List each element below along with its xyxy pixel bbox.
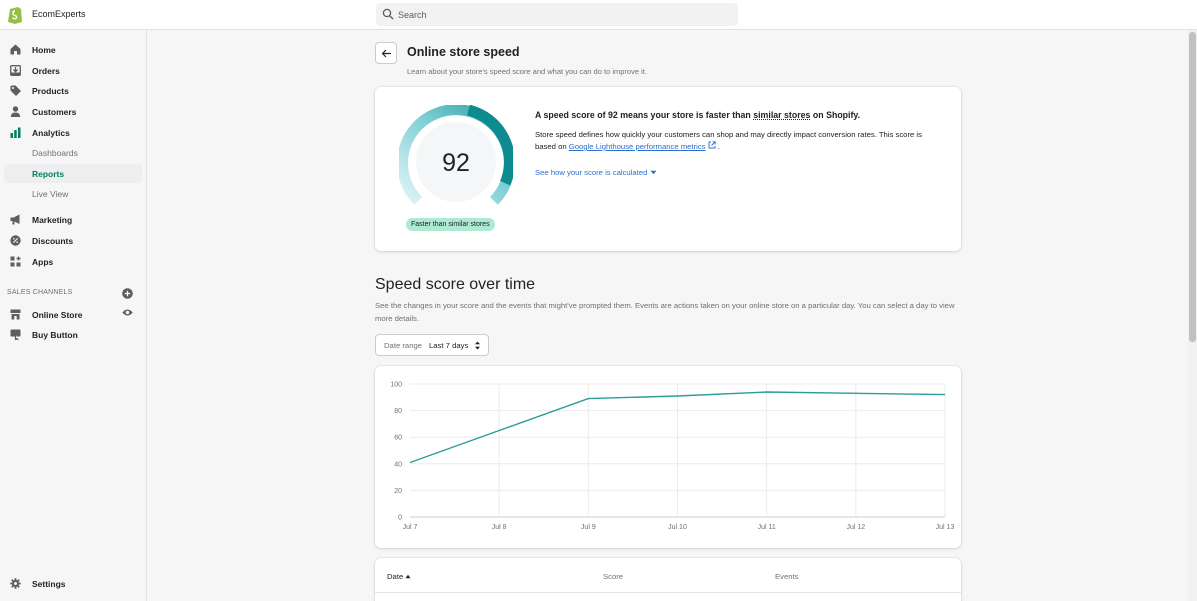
x-tick-label: Jul 9 [581, 524, 596, 531]
sort-date-header[interactable]: Date [387, 572, 411, 581]
buy-button-icon [10, 329, 21, 340]
lighthouse-link[interactable]: Google Lighthouse performance metrics [569, 142, 706, 151]
score-header: Score [603, 572, 624, 581]
status-badge: Faster than similar stores [406, 218, 495, 231]
y-tick-label: 80 [394, 408, 402, 415]
home-icon [10, 44, 21, 55]
back-button[interactable] [375, 42, 397, 64]
sidebar-item-label: Marketing [32, 215, 73, 225]
section-heading: Speed score over time [375, 276, 536, 293]
sidebar-item-settings[interactable]: Settings [4, 574, 142, 593]
line-chart[interactable]: 0 20 40 60 80 100 Jul 7 Jul 8 Jul 9 Jul 10 Jul 11 J… [375, 366, 961, 548]
speed-score-headline: A speed score of 92 means your store is … [535, 110, 861, 120]
x-tick-label: Jul 12 [846, 524, 865, 531]
add-channel-icon[interactable] [122, 288, 133, 299]
gauge-score: 92 [442, 149, 470, 177]
select-arrows-icon [475, 341, 480, 350]
speed-description: Store speed defines how quickly your cus… [535, 130, 922, 151]
x-tick-label: Jul 8 [492, 524, 507, 531]
discount-icon [10, 235, 21, 246]
external-link-icon [708, 141, 716, 149]
scrollbar-thumb[interactable] [1189, 32, 1196, 342]
speed-score-chart: 0 20 40 60 80 100 Jul 7 Jul 8 Jul 9 Jul 10 Jul 11 J… [375, 366, 961, 548]
y-tick-label: 60 [394, 435, 402, 442]
see-how-score-calculated-link[interactable]: See how your score is calculated [535, 168, 657, 177]
sidebar-item-customers[interactable]: Customers [4, 102, 142, 121]
orders-icon [10, 65, 21, 76]
sidebar-item-home[interactable]: Home [4, 40, 142, 59]
sidebar-item-label: Home [32, 45, 56, 55]
person-icon [10, 106, 21, 117]
sidebar-item-label: Analytics [32, 128, 70, 138]
sidebar-item-orders[interactable]: Orders [4, 61, 142, 80]
date-range-select[interactable]: Date range Last 7 days [375, 334, 489, 356]
speed-score-gauge: 92 [399, 105, 513, 205]
page-subtitle: Learn about your store's speed score and… [407, 67, 647, 76]
eye-icon[interactable] [122, 308, 133, 317]
page-title: Online store speed [407, 45, 520, 59]
events-header: Events [775, 572, 799, 581]
sidebar-item-label: Customers [32, 107, 77, 117]
y-tick-label: 100 [390, 382, 402, 389]
y-tick-label: 0 [398, 515, 402, 522]
sidebar-item-live-view[interactable]: Live View [4, 184, 142, 203]
section-description: See the changes in your score and the ev… [375, 301, 955, 323]
sidebar-item-marketing[interactable]: Marketing [4, 210, 142, 229]
date-range-label: Date range [384, 341, 423, 350]
caret-down-icon [650, 170, 657, 175]
apps-icon [10, 256, 21, 267]
x-tick-label: Jul 11 [758, 524, 776, 531]
sidebar-item-reports[interactable]: Reports [4, 164, 142, 183]
sidebar-item-label: Settings [32, 579, 66, 589]
sidebar-item-label: Apps [32, 257, 54, 267]
sidebar-item-label: Reports [32, 169, 65, 179]
scrollbar[interactable] [1188, 30, 1197, 601]
search-input[interactable] [398, 3, 728, 26]
sidebar-item-dashboards[interactable]: Dashboards [4, 143, 142, 162]
store-name[interactable]: EcomExperts [32, 9, 86, 19]
sidebar-item-label: Products [32, 86, 69, 96]
sidebar-item-products[interactable]: Products [4, 81, 142, 100]
store-icon [10, 309, 21, 320]
sidebar-item-label: Discounts [32, 236, 74, 246]
arrow-left-icon [381, 49, 391, 58]
sidebar-item-label: Dashboards [32, 148, 78, 158]
similar-stores-link[interactable]: similar stores [753, 110, 810, 120]
shopify-logo-icon[interactable] [7, 5, 23, 24]
x-tick-label: Jul 13 [936, 524, 955, 531]
sidebar-item-discounts[interactable]: Discounts [4, 231, 142, 250]
y-tick-label: 40 [394, 461, 402, 468]
divider [375, 592, 961, 593]
sidebar-item-label: Online Store [32, 310, 83, 320]
sidebar-item-buy-button[interactable]: Buy Button [4, 325, 142, 344]
gear-icon [10, 578, 21, 589]
x-tick-label: Jul 10 [668, 524, 687, 531]
speed-score-table: Date Score Events [375, 558, 961, 601]
sidebar-item-label: Orders [32, 66, 60, 76]
search-icon [382, 8, 394, 20]
top-bar: EcomExperts [0, 0, 1197, 30]
tag-icon [10, 85, 21, 96]
date-range-value: Last 7 days [429, 341, 469, 350]
sidebar-item-label: Live View [32, 189, 69, 199]
speed-score-card: 92 Faster than similar stores A speed sc… [375, 87, 961, 251]
x-tick-label: Jul 7 [403, 524, 418, 531]
sidebar-item-label: Buy Button [32, 330, 78, 340]
y-tick-label: 20 [394, 488, 402, 495]
sidebar-item-analytics[interactable]: Analytics [4, 123, 142, 142]
sidebar-item-apps[interactable]: Apps [4, 252, 142, 271]
bar-chart-icon [10, 127, 21, 138]
sales-channels-title: SALES CHANNELS [7, 289, 73, 296]
megaphone-icon [10, 214, 20, 225]
search-bar[interactable] [376, 3, 738, 26]
sidebar: Home Orders Products Customers Analytics… [0, 30, 147, 601]
sort-up-icon [405, 574, 411, 579]
